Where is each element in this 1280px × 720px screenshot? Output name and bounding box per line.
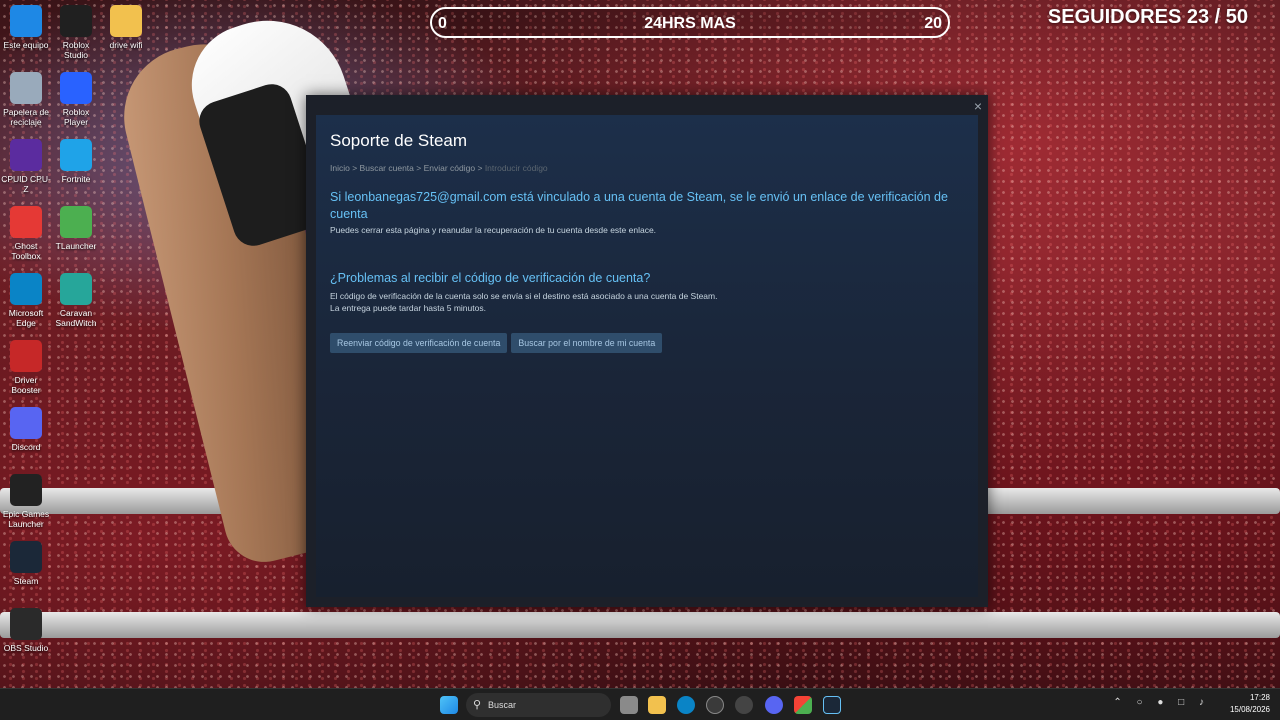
desktop-icon-label: Steam (13, 576, 39, 586)
breadcrumb-separator: > (477, 163, 485, 173)
desktop-icon-label: OBS Studio (3, 643, 49, 653)
desktop-icon-label: TLauncher (55, 241, 97, 251)
folder-icon (110, 5, 142, 37)
discord-icon (10, 407, 42, 439)
desktop-icon[interactable]: Discord (0, 407, 52, 452)
problems-line-1: El código de verificación de la cuenta s… (330, 291, 718, 301)
desktop-icon[interactable]: drive wifi (100, 5, 152, 50)
monitor-icon (10, 5, 42, 37)
search-icon: ⚲ (473, 699, 482, 711)
task-view-icon[interactable] (620, 696, 638, 714)
desktop-icon-label: Roblox Player (62, 107, 90, 127)
desktop-icon-label: Epic Games Launcher (2, 509, 50, 529)
clock[interactable]: 17:28 15/08/2026 (1230, 692, 1270, 716)
desktop-icon[interactable]: Ghost Toolbox (0, 206, 52, 261)
breadcrumb-buscar-cuenta[interactable]: Buscar cuenta (360, 163, 414, 173)
verification-subtext: Puedes cerrar esta página y reanudar la … (330, 225, 657, 235)
driver-booster-icon (10, 340, 42, 372)
ring-rope (0, 612, 1280, 638)
breadcrumb-inicio[interactable]: Inicio (330, 163, 350, 173)
verification-headline: Si leonbanegas725@gmail.com está vincula… (330, 190, 948, 221)
search-account-name-button[interactable]: Buscar por el nombre de mi cuenta (511, 333, 663, 353)
desktop-icon[interactable]: Fortnite (50, 139, 102, 184)
problems-text: El código de verificación de la cuenta s… (330, 290, 964, 314)
desktop-icon-label: Ghost Toolbox (11, 241, 41, 261)
desktop-icon-label: Discord (11, 442, 41, 452)
discord-taskbar-icon[interactable] (765, 696, 783, 714)
problems-heading: ¿Problemas al recibir el código de verif… (330, 271, 651, 285)
caravan-sandwitch-icon (60, 273, 92, 305)
desktop-icon[interactable]: TLauncher (50, 206, 102, 251)
timer-title: 24HRS MAS (644, 15, 736, 32)
desktop-icon[interactable]: Papelera de reciclaje (0, 72, 52, 127)
edge-taskbar-icon[interactable] (677, 696, 695, 714)
tlauncher-icon (60, 206, 92, 238)
desktop-icon[interactable]: Steam (0, 541, 52, 586)
page-title: Soporte de Steam (330, 131, 468, 150)
desktop-icon[interactable]: Caravan SandWitch (50, 273, 102, 328)
recycle-bin-icon (10, 72, 42, 104)
close-icon[interactable]: × (974, 98, 982, 114)
resend-code-button[interactable]: Reenviar código de verificación de cuent… (330, 333, 508, 353)
file-explorer-icon[interactable] (648, 696, 666, 714)
desktop-icon-label: Fortnite (61, 174, 91, 184)
search-placeholder: Buscar (488, 700, 517, 710)
desktop-icon[interactable]: Este equipo (0, 5, 52, 50)
desktop-icon[interactable]: OBS Studio (0, 608, 52, 653)
system-tray-icons[interactable]: ⌃ ○ ● □ ♪ (1113, 697, 1210, 708)
followers-counter: SEGUIDORES 23 / 50 (1047, 6, 1248, 28)
desktop-icon-label: Microsoft Edge (8, 308, 44, 328)
desktop-icon-label: CPUID CPU-Z (1, 174, 51, 194)
desktop-icon[interactable]: CPUID CPU-Z (0, 139, 52, 194)
epic-games-icon (10, 474, 42, 506)
dialog-content: Soporte de Steam Inicio > Buscar cuenta … (316, 115, 978, 597)
obs-icon (10, 608, 42, 640)
clock-time: 17:28 (1249, 693, 1270, 702)
desktop-icon[interactable]: Roblox Player (50, 72, 102, 127)
desktop-icon-label: drive wifi (109, 40, 143, 50)
ghost-toolbox-icon (10, 206, 42, 238)
desktop-icon-label: Driver Booster (11, 375, 41, 395)
store-taskbar-icon[interactable] (794, 696, 812, 714)
taskbar: ⚲ Buscar ⌃ ○ ● □ ♪ 17:28 15/08/2026 (0, 688, 1280, 720)
desktop-icon[interactable]: Epic Games Launcher (0, 474, 52, 529)
desktop-icon-label: Roblox Studio (62, 40, 90, 60)
breadcrumb-enviar-codigo[interactable]: Enviar código (424, 163, 476, 173)
problems-line-2: La entrega puede tardar hasta 5 minutos. (330, 303, 486, 313)
timer-right-value: 20 (924, 15, 942, 32)
maps-taskbar-icon[interactable] (735, 696, 753, 714)
obs-taskbar-icon[interactable] (706, 696, 724, 714)
desktop-icon-label: Este equipo (3, 40, 49, 50)
breadcrumb-introducir-codigo: Introducir código (484, 163, 548, 173)
windows-start-icon[interactable] (440, 696, 458, 714)
fortnite-icon (60, 139, 92, 171)
breadcrumb-separator: > (416, 163, 424, 173)
steam-support-dialog: × Soporte de Steam Inicio > Buscar cuent… (306, 95, 988, 607)
taskbar-search[interactable]: ⚲ Buscar (466, 693, 611, 717)
steam-icon (10, 541, 42, 573)
stream-timer-bar: 0 24HRS MAS 20 (430, 7, 950, 38)
roblox-player-icon (60, 72, 92, 104)
desktop-icon-label: Papelera de reciclaje (3, 107, 49, 127)
edge-icon (10, 273, 42, 305)
action-buttons: Reenviar código de verificación de cuent… (330, 333, 964, 353)
desktop-icon[interactable]: Microsoft Edge (0, 273, 52, 328)
breadcrumb-separator: > (352, 163, 360, 173)
cpu-z-icon (10, 139, 42, 171)
breadcrumb: Inicio > Buscar cuenta > Enviar código >… (330, 163, 964, 173)
roblox-studio-icon (60, 5, 92, 37)
steam-taskbar-icon[interactable] (823, 696, 841, 714)
desktop-icon[interactable]: Roblox Studio (50, 5, 102, 60)
desktop-icon-label: Caravan SandWitch (55, 308, 97, 328)
clock-date: 15/08/2026 (1229, 705, 1270, 714)
desktop-icon[interactable]: Driver Booster (0, 340, 52, 395)
